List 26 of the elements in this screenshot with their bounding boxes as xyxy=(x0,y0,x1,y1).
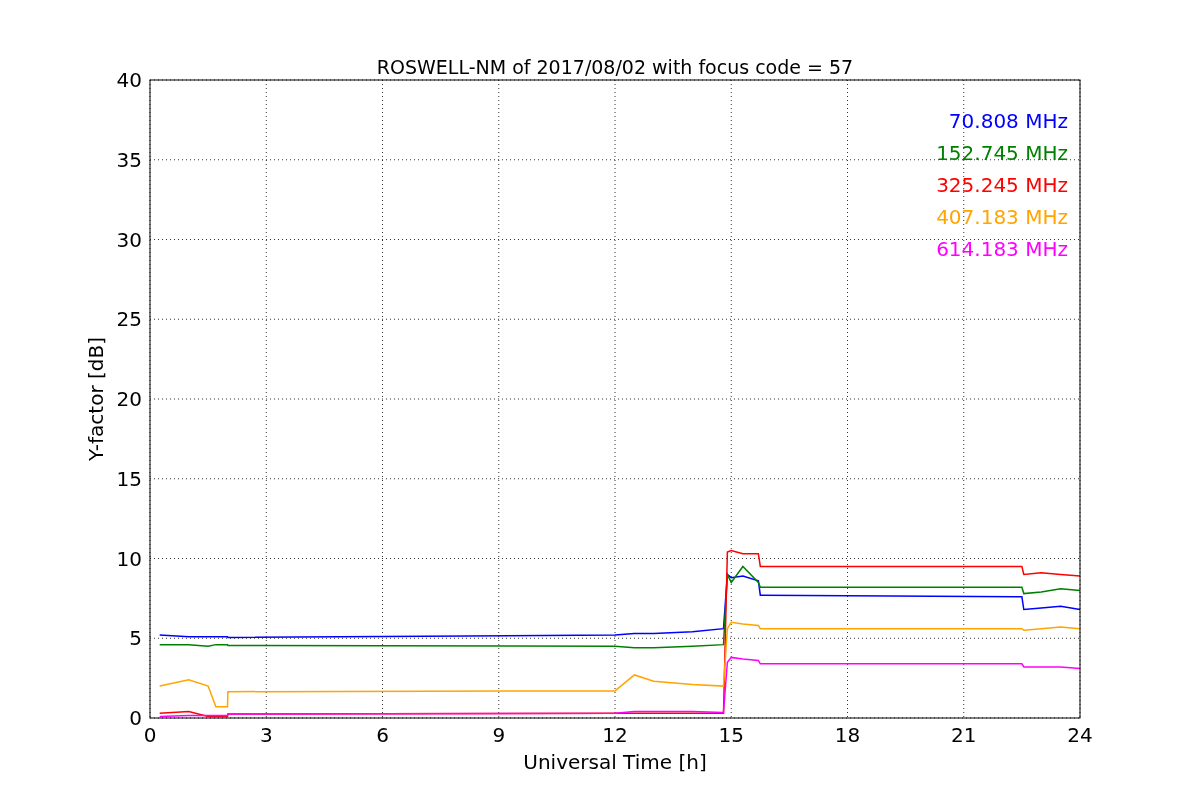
chart-title: ROSWELL-NM of 2017/08/02 with focus code = 57 xyxy=(376,56,854,78)
legend-label: 70.808 MHz xyxy=(948,109,1068,133)
y-tick-label: 10 xyxy=(116,546,142,571)
y-tick-label: 30 xyxy=(116,227,142,252)
x-tick-label: 9 xyxy=(492,723,506,747)
y-tick-label: 5 xyxy=(129,626,142,651)
x-tick-label: 21 xyxy=(951,723,977,747)
x-tick-label: 18 xyxy=(834,723,861,747)
x-tick-label: 6 xyxy=(376,723,389,747)
y-axis-label: Y-factor [dB] xyxy=(84,337,108,461)
y-tick-label: 25 xyxy=(116,307,142,332)
legend-label: 152.745 MHz xyxy=(936,141,1068,165)
legend-label: 614.183 MHz xyxy=(936,237,1068,261)
legend-label: 325.245 MHz xyxy=(936,173,1068,197)
y-tick-label: 15 xyxy=(116,466,142,491)
x-axis-label: Universal Time [h] xyxy=(523,750,707,774)
y-tick-label: 0 xyxy=(129,706,142,730)
x-tick-label: 0 xyxy=(143,723,157,747)
y-tick-label: 20 xyxy=(116,387,142,411)
x-tick-label: 12 xyxy=(602,723,628,747)
x-tick-label: 15 xyxy=(718,723,744,747)
y-tick-label: 40 xyxy=(116,68,142,92)
legend-label: 407.183 MHz xyxy=(936,205,1068,229)
y-tick-label: 35 xyxy=(116,147,142,172)
x-tick-label: 3 xyxy=(259,723,273,747)
x-tick-label: 24 xyxy=(1067,723,1093,747)
